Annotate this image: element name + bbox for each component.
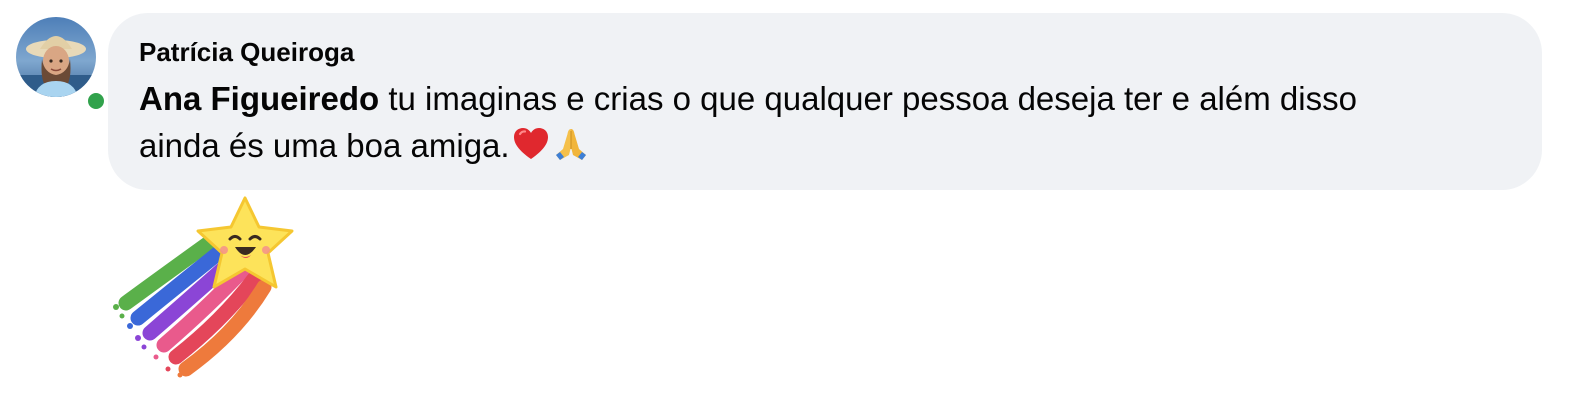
shooting-star-rainbow-icon	[113, 196, 294, 378]
author-name[interactable]: Patrícia Queiroga	[139, 35, 1512, 69]
shooting-star-sticker[interactable]	[108, 195, 308, 380]
comment-text: Ana Figueiredo tu imaginas e crias o que…	[139, 75, 1509, 169]
heart-icon	[512, 125, 550, 163]
comment-text-line1: tu imaginas e crias o que qualquer pesso…	[379, 80, 1357, 117]
praying-hands-icon	[552, 125, 590, 163]
comment-text-line2: ainda és uma boa amiga.	[139, 127, 510, 164]
online-status-indicator	[84, 89, 108, 113]
mention-link[interactable]: Ana Figueiredo	[139, 80, 379, 117]
comment-bubble: Patrícia Queiroga Ana Figueiredo tu imag…	[108, 13, 1542, 190]
comment: Patrícia Queiroga Ana Figueiredo tu imag…	[0, 0, 1596, 410]
profile-photo	[16, 17, 96, 97]
avatar[interactable]	[16, 17, 108, 113]
